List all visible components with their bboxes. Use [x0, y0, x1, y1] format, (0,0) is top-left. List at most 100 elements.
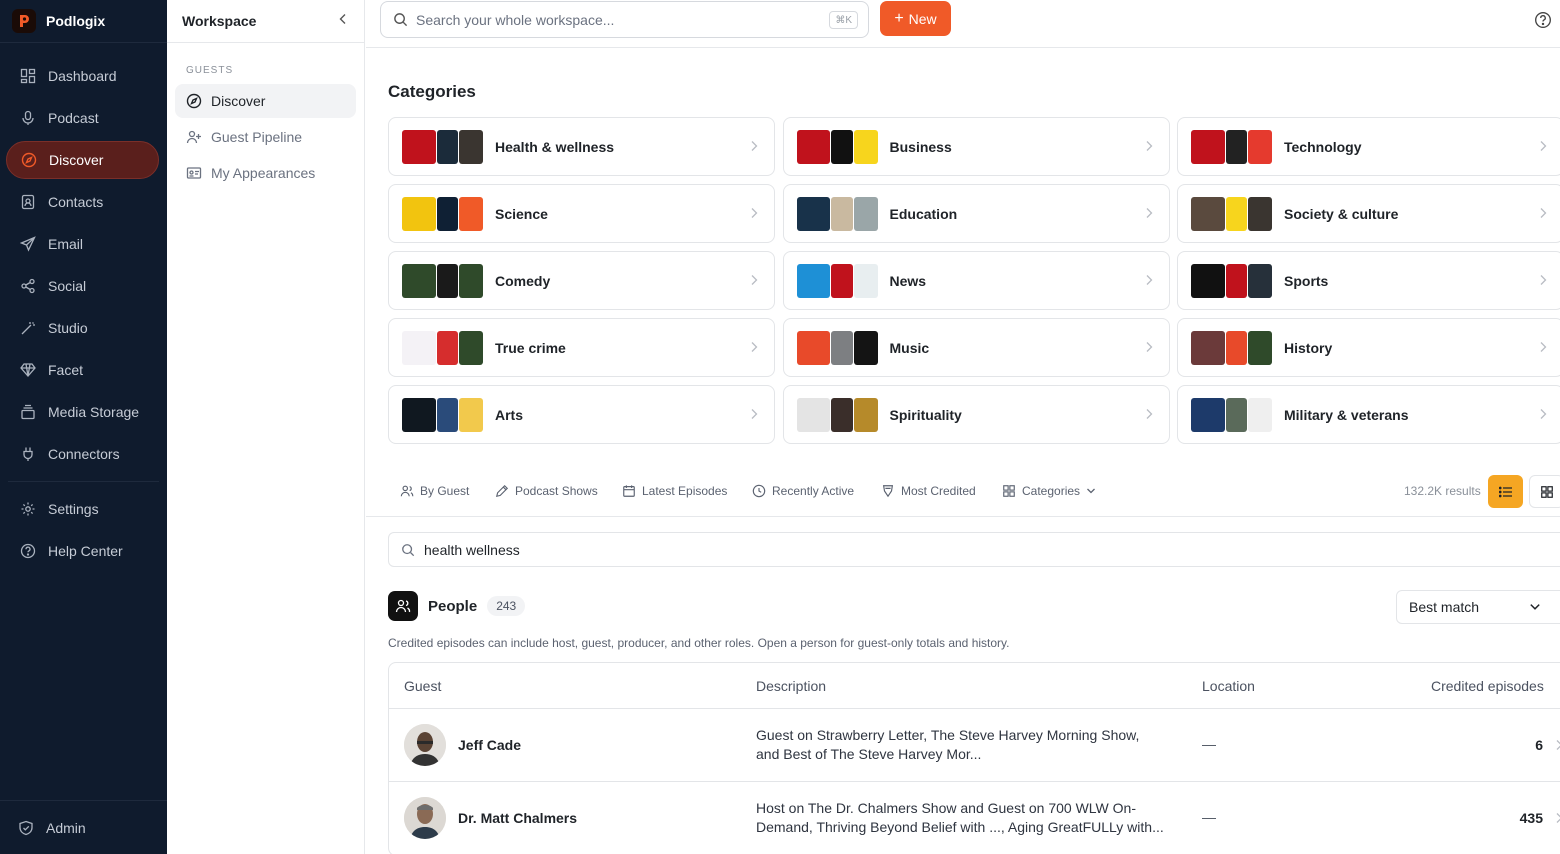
credited-count: 6: [1535, 737, 1543, 753]
badge-icon: [881, 484, 895, 498]
col-credited-episodes[interactable]: Credited episodes: [1431, 678, 1544, 694]
podcast-cover-thumbnail: [1225, 196, 1248, 231]
tab-by-guest[interactable]: By Guest: [400, 478, 469, 504]
category-card[interactable]: Spirituality: [782, 385, 1170, 444]
nav-item-discover[interactable]: Discover: [6, 141, 159, 179]
admin-link[interactable]: Admin: [0, 800, 167, 854]
chevron-right-icon: [750, 408, 760, 422]
category-thumbnails: [796, 330, 879, 365]
category-label: True crime: [495, 339, 566, 356]
category-card[interactable]: History: [1177, 318, 1560, 377]
category-card[interactable]: Society & culture: [1177, 184, 1560, 243]
podcast-cover-thumbnail: [402, 196, 436, 231]
category-card[interactable]: Business: [782, 117, 1170, 176]
tab-label: Latest Episodes: [642, 484, 728, 498]
category-card[interactable]: True crime: [388, 318, 775, 377]
people-table: Guest Description Location Credited epis…: [388, 662, 1560, 854]
podcast-cover-thumbnail: [831, 397, 853, 432]
category-card[interactable]: Technology: [1177, 117, 1560, 176]
chevron-right-icon: [1145, 274, 1155, 288]
tab-categories[interactable]: Categories: [1002, 478, 1096, 504]
grid-view-button[interactable]: [1529, 475, 1560, 508]
category-thumbnails: [796, 397, 879, 432]
tab-most-credited[interactable]: Most Credited: [881, 478, 976, 504]
share-icon: [20, 278, 36, 294]
chevron-right-icon: [1539, 274, 1549, 288]
category-thumbnails: [1191, 263, 1273, 298]
workspace-search-input[interactable]: [416, 11, 816, 28]
category-card[interactable]: Arts: [388, 385, 775, 444]
podcast-cover-thumbnail: [1248, 330, 1272, 365]
guest-name[interactable]: Jeff Cade: [458, 737, 521, 753]
table-row[interactable]: Jeff Cade Guest on Strawberry Letter, Th…: [389, 709, 1560, 782]
category-card[interactable]: Sports: [1177, 251, 1560, 310]
podcast-cover-thumbnail: [831, 129, 853, 164]
nav-item-help-center[interactable]: Help Center: [6, 532, 159, 570]
nav-item-settings[interactable]: Settings: [6, 490, 159, 528]
people-filter-input[interactable]: [424, 541, 1024, 558]
podcast-cover-thumbnail: [1248, 129, 1272, 164]
table-row[interactable]: Dr. Matt Chalmers Host on The Dr. Chalme…: [389, 782, 1560, 854]
sort-select[interactable]: Best match: [1396, 590, 1560, 624]
people-icon: [388, 591, 418, 621]
tab-recently-active[interactable]: Recently Active: [752, 478, 854, 504]
nav-label: Discover: [49, 152, 104, 168]
chevron-down-icon: [1086, 487, 1096, 495]
chevron-right-icon: [1145, 341, 1155, 355]
list-view-button[interactable]: [1488, 475, 1523, 508]
search-icon: [401, 543, 415, 557]
nav-item-media-storage[interactable]: Media Storage: [6, 393, 159, 431]
podcast-cover-thumbnail: [853, 397, 878, 432]
podcast-cover-thumbnail: [402, 397, 436, 432]
category-label: Education: [889, 205, 958, 222]
chevron-right-icon: [750, 274, 760, 288]
nav-item-email[interactable]: Email: [6, 225, 159, 263]
collapse-chevron-icon[interactable]: [338, 12, 348, 30]
compass-icon: [186, 93, 202, 109]
podcast-cover-thumbnail: [1225, 263, 1248, 298]
nav-item-connectors[interactable]: Connectors: [6, 435, 159, 473]
guest-name[interactable]: Dr. Matt Chalmers: [458, 810, 577, 826]
category-card[interactable]: Military & veterans: [1177, 385, 1560, 444]
subnav-item-my-appearances[interactable]: My Appearances: [175, 156, 356, 190]
nav-item-podcast[interactable]: Podcast: [6, 99, 159, 137]
category-card[interactable]: Science: [388, 184, 775, 243]
subnav-item-guest-pipeline[interactable]: Guest Pipeline: [175, 120, 356, 154]
nav-item-dashboard[interactable]: Dashboard: [6, 57, 159, 95]
subnav-label: My Appearances: [211, 165, 316, 181]
podcast-cover-thumbnail: [796, 397, 831, 432]
nav-item-social[interactable]: Social: [6, 267, 159, 305]
category-card[interactable]: Music: [782, 318, 1170, 377]
magic-wand-icon: [20, 320, 36, 336]
category-card[interactable]: News: [782, 251, 1170, 310]
subnav-item-discover[interactable]: Discover: [175, 84, 356, 118]
nav-label: Social: [48, 278, 87, 294]
category-label: Spirituality: [889, 406, 962, 423]
col-guest[interactable]: Guest: [404, 678, 441, 694]
nav-item-studio[interactable]: Studio: [6, 309, 159, 347]
podcast-cover-thumbnail: [459, 129, 483, 164]
nav-item-contacts[interactable]: Contacts: [6, 183, 159, 221]
nav-item-facet[interactable]: Facet: [6, 351, 159, 389]
category-card[interactable]: Education: [782, 184, 1170, 243]
podcast-cover-thumbnail: [402, 263, 436, 298]
tab-latest-episodes[interactable]: Latest Episodes: [622, 478, 727, 504]
help-circle-icon: [20, 543, 36, 559]
calendar-icon: [622, 484, 636, 498]
main-content: ⌘K + New Categories Health & wellness Bus…: [366, 0, 1560, 854]
tab-podcast-shows[interactable]: Podcast Shows: [495, 478, 598, 504]
id-card-icon: [186, 165, 202, 181]
category-card[interactable]: Comedy: [388, 251, 775, 310]
workspace-search[interactable]: ⌘K: [380, 1, 869, 38]
podcast-cover-thumbnail: [459, 330, 483, 365]
guest-description: Guest on Strawberry Letter, The Steve Ha…: [756, 727, 1140, 762]
nav-label: Podcast: [48, 110, 99, 126]
people-filter[interactable]: [388, 532, 1560, 567]
help-icon[interactable]: [1534, 11, 1552, 29]
new-button[interactable]: + New: [880, 1, 951, 36]
category-card[interactable]: Health & wellness: [388, 117, 775, 176]
col-location[interactable]: Location: [1202, 678, 1255, 694]
results-count: 132.2K results: [1404, 484, 1481, 498]
tab-label: Podcast Shows: [515, 484, 598, 498]
brand[interactable]: Podlogix: [0, 0, 167, 43]
